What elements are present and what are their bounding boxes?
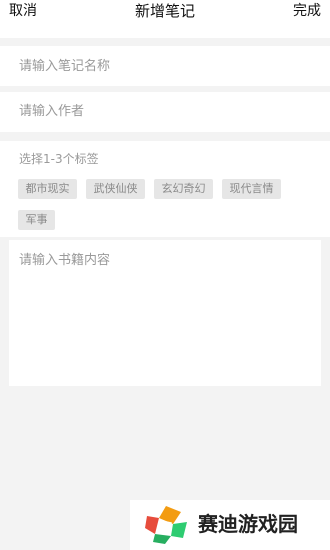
note-name-input[interactable] xyxy=(19,56,309,76)
page-title: 新增笔记 xyxy=(134,2,195,20)
brand-logo-icon xyxy=(145,506,187,544)
content-box xyxy=(9,240,321,386)
tag-chip[interactable]: 都市现实 xyxy=(18,179,77,199)
tag-chip[interactable]: 军事 xyxy=(18,210,55,230)
tag-chip[interactable]: 武侠仙侠 xyxy=(86,179,145,199)
watermark: 赛迪游戏园 xyxy=(130,500,330,550)
watermark-text: 赛迪游戏园 xyxy=(198,512,298,536)
author-input[interactable] xyxy=(19,101,309,121)
tag-chip[interactable]: 玄幻奇幻 xyxy=(154,179,213,199)
done-button[interactable]: 完成 xyxy=(293,2,321,20)
tags-section: 选择1-3个标签 都市现实 武侠仙侠 玄幻奇幻 现代言情 军事 xyxy=(0,141,330,237)
book-content-textarea[interactable] xyxy=(19,249,311,377)
tags-label: 选择1-3个标签 xyxy=(19,152,99,166)
author-row xyxy=(0,92,330,132)
tag-chip[interactable]: 现代言情 xyxy=(222,179,281,199)
note-name-row xyxy=(0,46,330,86)
top-bar: 取消 新增笔记 完成 xyxy=(0,0,330,38)
